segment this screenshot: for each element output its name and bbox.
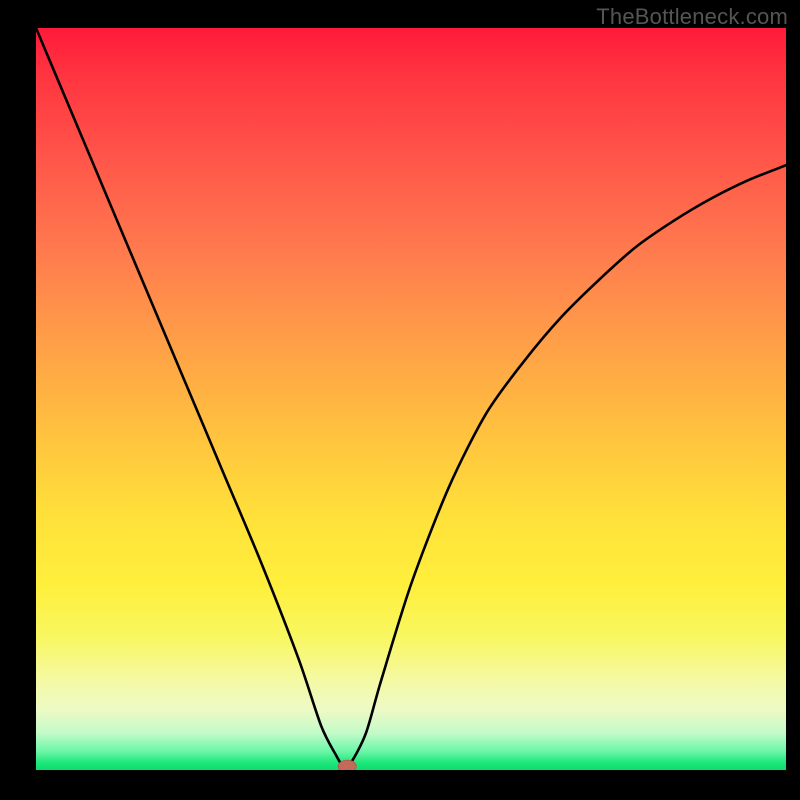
chart-area <box>36 28 786 770</box>
frame-bottom <box>0 770 800 800</box>
frame-left <box>0 0 36 800</box>
watermark-text: TheBottleneck.com <box>596 4 788 30</box>
frame-right <box>786 0 800 800</box>
gradient-background <box>36 28 786 770</box>
